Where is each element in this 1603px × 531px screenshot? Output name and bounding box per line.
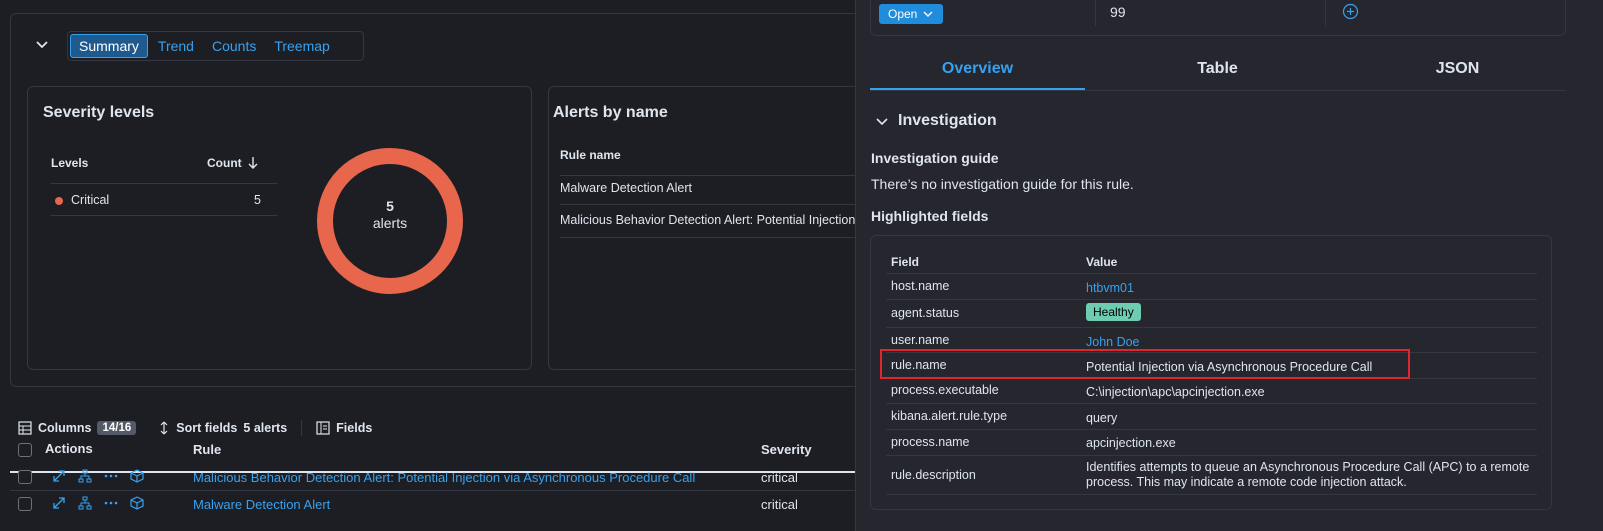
field-name: process.executable [891,383,999,397]
critical-count: 5 [254,193,261,207]
highlighted-field-row: rule.description Identifies attempts to … [886,456,1537,495]
rule-link[interactable]: Malware Detection Alert [193,497,330,512]
rule-column-header[interactable]: Rule [193,442,221,457]
columns-button[interactable]: Columns [38,421,91,435]
field-name: user.name [891,333,950,347]
table-divider [1095,0,1096,26]
tab-summary[interactable]: Summary [70,34,148,58]
levels-column-header[interactable]: Levels [51,156,88,170]
risk-score-value: 99 [1110,4,1126,20]
alert-status-table [870,0,1566,36]
tab-treemap[interactable]: Treemap [266,34,338,58]
fields-button[interactable]: Fields [336,421,372,435]
investigation-section-title[interactable]: Investigation [898,112,997,130]
tabs-divider [870,90,1566,91]
arrow-down-icon [248,157,258,169]
rule-name-cell: Malware Detection Alert [560,181,693,195]
rule-type-value: query [1086,411,1118,425]
grid-toolbar: Columns 14/16 Sort fields 5 alerts Field… [18,418,372,438]
field-name: host.name [891,279,950,293]
rule-name-column-header[interactable]: Rule name [560,148,621,162]
field-name: process.name [891,435,970,449]
field-name: rule.description [891,468,976,482]
host-name-link[interactable]: htbvm01 [1086,281,1536,296]
status-button-label: Open [888,7,918,21]
toolbar-divider [301,420,303,436]
row-actions [52,496,144,510]
table-icon [18,421,32,435]
chevron-down-icon [923,11,933,17]
columns-count-badge: 14/16 [97,421,137,435]
highlighted-field-row: kibana.alert.rule.type query [886,404,1537,430]
process-executable-value: C:\injection\apc\apcinjection.exe [1086,385,1265,399]
actions-column-header[interactable]: Actions [45,441,93,456]
alerts-by-name-row[interactable]: Malware Detection Alert [560,172,872,205]
row-actions [52,469,144,483]
select-all-checkbox[interactable] [18,443,32,457]
rule-name-cell: Malicious Behavior Detection Alert: Pote… [560,213,856,227]
sort-fields-button[interactable]: Sort fields [176,421,237,435]
donut-alert-count: 5 [386,198,394,214]
severity-cell: critical [761,497,798,512]
user-name-link[interactable]: John Doe [1086,335,1536,350]
alert-row[interactable]: Malicious Behavior Detection Alert: Pote… [10,464,876,491]
more-actions-icon[interactable] [104,496,118,510]
field-name: kibana.alert.rule.type [891,409,1008,423]
severity-card-title: Severity levels [43,104,155,121]
status-button[interactable]: Open [879,4,943,24]
field-name: agent.status [891,306,960,320]
expand-icon[interactable] [52,496,66,510]
table-divider [1325,0,1326,26]
session-view-icon[interactable] [130,469,144,483]
severity-cell: critical [761,470,798,485]
agent-status-badge: Healthy [1086,303,1141,321]
analyze-event-icon[interactable] [78,469,92,483]
annotation-highlight-box [880,349,1410,379]
chevron-down-icon[interactable] [33,36,51,54]
session-view-icon[interactable] [130,496,144,510]
investigation-guide-text: There’s no investigation guide for this … [871,176,1134,192]
tab-overview[interactable]: Overview [870,60,1085,90]
highlighted-fields-title: Highlighted fields [871,208,989,224]
value-column-header: Value [1086,255,1118,269]
row-checkbox[interactable] [18,470,32,484]
analyze-event-icon[interactable] [78,496,92,510]
severity-dot-icon [55,196,63,205]
alerts-by-name-row[interactable]: Malicious Behavior Detection Alert: Pote… [560,205,872,238]
expand-icon[interactable] [52,469,66,483]
tab-table[interactable]: Table [1110,60,1325,90]
field-column-header: Field [891,255,920,269]
severity-table-header: Levels Count [51,156,277,184]
donut-alert-label: alerts [372,215,408,231]
row-checkbox[interactable] [18,497,32,511]
highlighted-field-row: process.executable C:\injection\apc\apci… [886,379,1537,404]
tab-json[interactable]: JSON [1350,60,1565,90]
severity-row-critical[interactable]: Critical 5 [51,184,277,216]
investigation-guide-title: Investigation guide [871,150,999,166]
tab-trend[interactable]: Trend [150,34,202,58]
highlighted-fields-header: Field Value [886,252,1537,274]
highlighted-field-row: process.name apcinjection.exe [886,430,1537,456]
severity-column-header[interactable]: Severity [761,442,812,457]
highlighted-field-row: host.name htbvm01 [886,274,1537,300]
rule-link[interactable]: Malicious Behavior Detection Alert: Pote… [193,470,695,485]
chevron-down-icon[interactable] [874,114,890,130]
alert-row[interactable]: Malware Detection Alert critical [10,491,876,518]
highlighted-field-row: agent.status Healthy [886,300,1537,328]
process-name-value: apcinjection.exe [1086,436,1176,450]
tab-counts[interactable]: Counts [204,34,264,58]
count-column-header[interactable]: Count [207,156,242,170]
alerts-card-title: Alerts by name [553,104,668,121]
critical-level: Critical [51,193,109,207]
more-actions-icon[interactable] [104,469,118,483]
add-plus-icon[interactable] [1342,3,1359,20]
summary-view-toggle: Summary Trend Counts Treemap [67,31,364,61]
rule-description-value: Identifies attempts to queue an Asynchro… [1086,460,1530,489]
alerts-count: 5 alerts [243,421,288,435]
sort-icon [160,421,168,435]
fields-icon [316,421,330,435]
